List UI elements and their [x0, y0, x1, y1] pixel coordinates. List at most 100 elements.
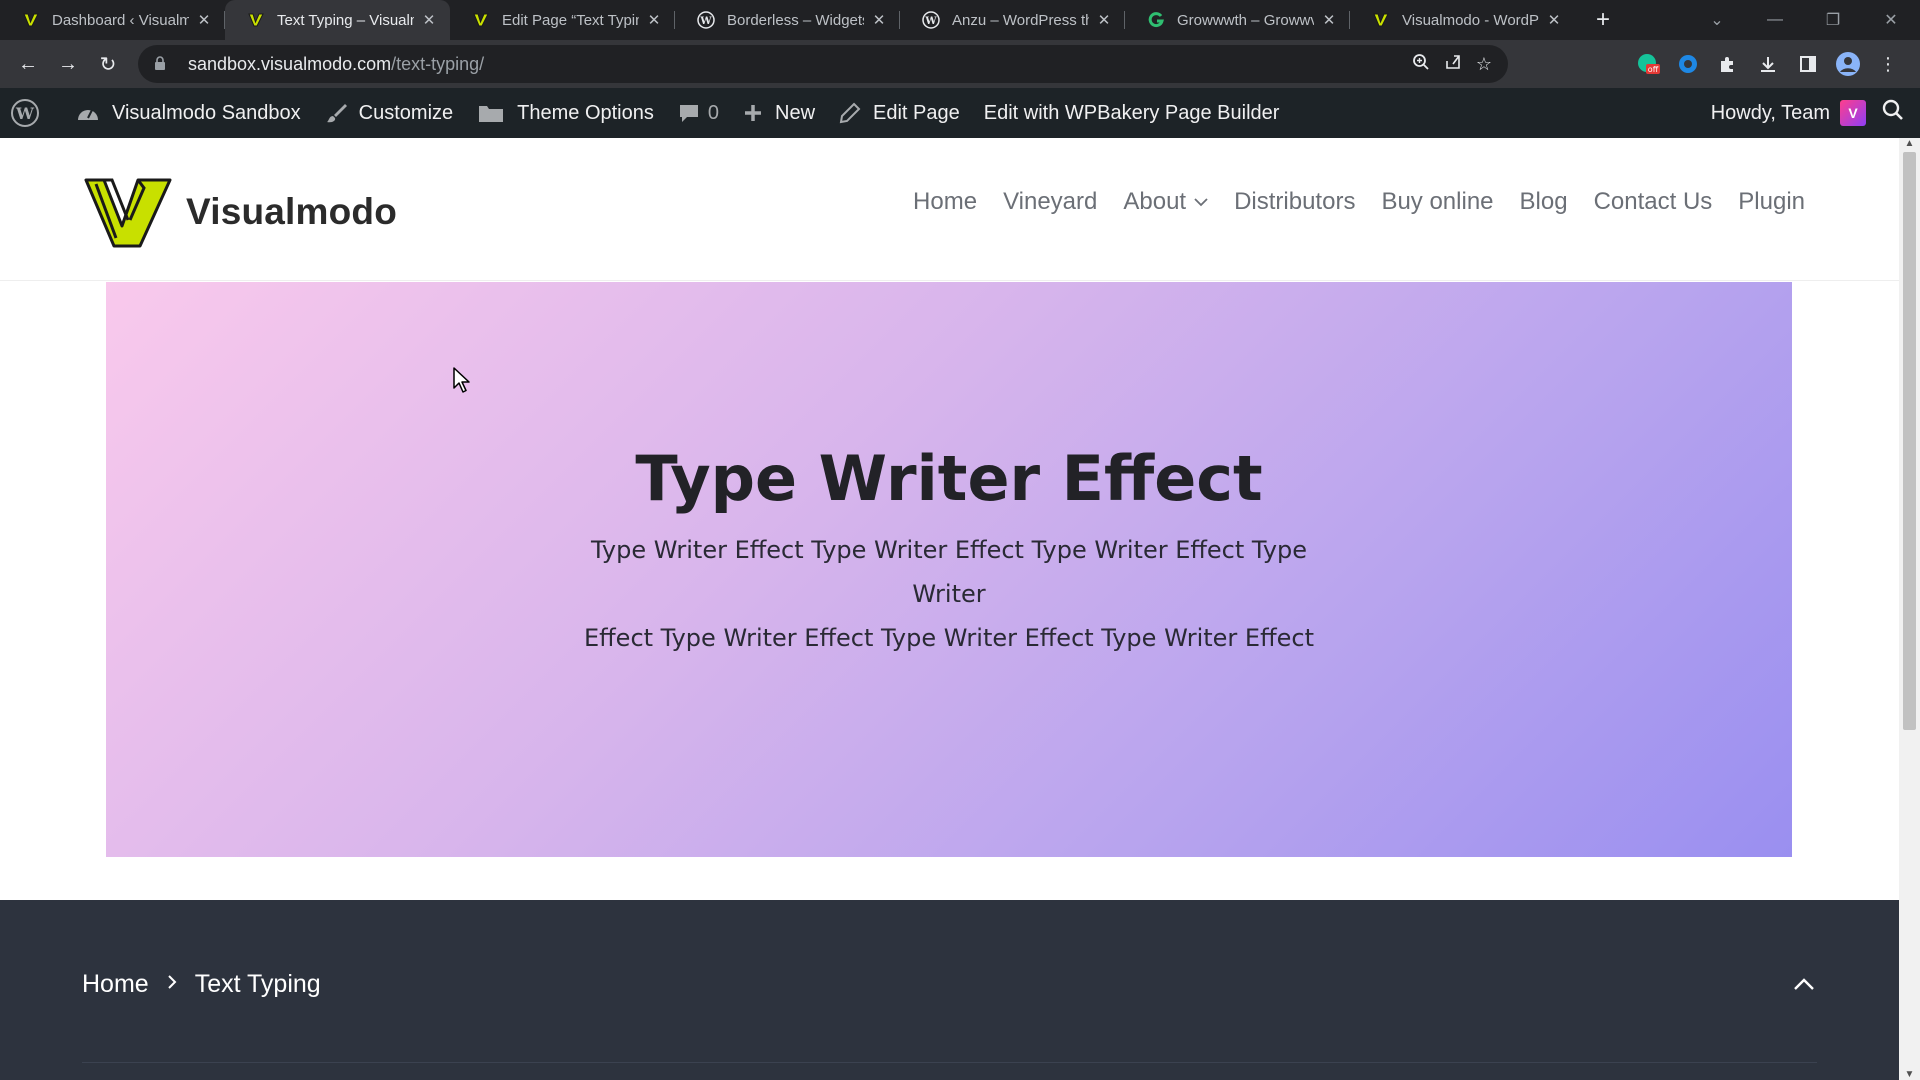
chevron-up-icon[interactable] — [1793, 970, 1815, 998]
side-panel-icon[interactable] — [1794, 50, 1822, 78]
visualmodo-logo-icon — [22, 11, 40, 29]
main-navigation: Home Vineyard About Distributors Buy onl… — [913, 188, 1805, 216]
nav-blog[interactable]: Blog — [1520, 188, 1568, 216]
tab-title: Edit Page “Text Typing — [502, 11, 639, 29]
tab-text-typing[interactable]: Text Typing – Visualm ✕ — [225, 0, 450, 40]
extensions-puzzle-icon[interactable] — [1714, 50, 1742, 78]
url-path: /text-typing/ — [391, 53, 485, 74]
extension-blue-icon[interactable] — [1674, 50, 1702, 78]
address-toolbar: ← → ↻ sandbox.visualmodo.com/text-typing… — [0, 40, 1920, 88]
hero-subtitle: Type Writer Effect Type Writer Effect Ty… — [566, 528, 1332, 660]
window-close-icon[interactable]: ✕ — [1862, 10, 1920, 30]
menu-kebab-icon[interactable]: ⋮ — [1874, 50, 1902, 78]
reload-icon[interactable]: ↻ — [88, 44, 128, 84]
close-icon[interactable]: ✕ — [645, 11, 663, 29]
svg-text:off: off — [1648, 65, 1659, 74]
folder-icon — [477, 102, 505, 124]
wp-comments[interactable]: 0 — [666, 88, 731, 138]
mouse-cursor-icon — [453, 367, 470, 393]
tab-borderless[interactable]: W Borderless – Widgets, ✕ — [675, 0, 900, 40]
scroll-up-icon[interactable]: ▲ — [1899, 138, 1920, 149]
share-icon[interactable] — [1444, 53, 1462, 76]
wp-logo-menu[interactable]: W — [0, 88, 64, 138]
wp-account-menu[interactable]: Howdy, Team V — [1711, 100, 1866, 126]
comment-bubble-icon — [678, 102, 700, 124]
tab-title: Text Typing – Visualm — [277, 11, 414, 29]
pencil-icon — [839, 102, 861, 124]
growwwth-icon — [1147, 11, 1165, 29]
nav-home[interactable]: Home — [913, 188, 977, 216]
site-name-label: Visualmodo Sandbox — [112, 101, 301, 124]
url-bar[interactable]: sandbox.visualmodo.com/text-typing/ ☆ — [138, 45, 1508, 83]
paintbrush-icon — [325, 102, 347, 124]
tab-visualmodo-wordpress[interactable]: Visualmodo - WordPr ✕ — [1350, 0, 1575, 40]
wp-edit-page[interactable]: Edit Page — [827, 88, 972, 138]
restore-icon[interactable]: ❐ — [1804, 10, 1862, 30]
wp-wpbakery[interactable]: Edit with WPBakery Page Builder — [972, 88, 1292, 138]
site-header: Visualmodo Home Vineyard About Distribut… — [0, 138, 1899, 281]
page-scrollbar[interactable]: ▲ ▼ — [1899, 138, 1920, 1080]
tab-anzu[interactable]: W Anzu – WordPress the ✕ — [900, 0, 1125, 40]
hero-subtitle-line: Type Writer Effect Type Writer Effect Ty… — [590, 536, 1308, 608]
tab-growwwth[interactable]: Growwwth – Growwv ✕ — [1125, 0, 1350, 40]
grammarly-extension-icon[interactable]: off — [1634, 50, 1662, 78]
visualmodo-logo-icon — [247, 11, 265, 29]
forward-icon[interactable]: → — [48, 44, 88, 84]
wpbakery-label: Edit with WPBakery Page Builder — [983, 101, 1280, 124]
zoom-icon[interactable] — [1412, 53, 1430, 76]
close-icon[interactable]: ✕ — [195, 11, 213, 29]
svg-text:W: W — [924, 16, 937, 27]
edit-page-label: Edit Page — [873, 101, 960, 124]
wp-site-name[interactable]: Visualmodo Sandbox — [64, 88, 313, 138]
nav-buy-online[interactable]: Buy online — [1381, 188, 1493, 216]
hero-title: Type Writer Effect — [635, 442, 1263, 515]
breadcrumb-current: Text Typing — [194, 970, 321, 998]
close-icon[interactable]: ✕ — [870, 11, 888, 29]
nav-about[interactable]: About — [1123, 188, 1208, 216]
tab-dashboard[interactable]: Dashboard ‹ Visualmo ✕ — [0, 0, 225, 40]
search-icon[interactable] — [1882, 99, 1904, 127]
svg-text:W: W — [699, 16, 712, 27]
site-logo[interactable]: Visualmodo — [82, 174, 397, 250]
visualmodo-logo-icon — [1372, 11, 1390, 29]
wp-theme-options[interactable]: Theme Options — [465, 88, 666, 138]
close-icon[interactable]: ✕ — [1095, 11, 1113, 29]
close-icon[interactable]: ✕ — [1320, 11, 1338, 29]
wordpress-icon: W — [697, 11, 715, 29]
close-icon[interactable]: ✕ — [1545, 11, 1563, 29]
wp-new-content[interactable]: New — [731, 88, 827, 138]
tab-title: Dashboard ‹ Visualmo — [52, 11, 189, 29]
close-icon[interactable]: ✕ — [420, 11, 438, 29]
new-label: New — [775, 101, 816, 124]
dashboard-gauge-icon — [76, 102, 100, 124]
minimize-icon[interactable]: — — [1746, 11, 1804, 29]
nav-plugin[interactable]: Plugin — [1738, 188, 1805, 216]
wordpress-icon: W — [922, 11, 940, 29]
theme-options-label: Theme Options — [517, 101, 654, 124]
tab-title: Visualmodo - WordPr — [1402, 11, 1539, 29]
back-icon[interactable]: ← — [8, 44, 48, 84]
scrollbar-thumb[interactable] — [1903, 152, 1916, 730]
svg-text:W: W — [15, 104, 35, 123]
visualmodo-logo-icon — [84, 178, 172, 248]
breadcrumb-home[interactable]: Home — [82, 970, 149, 999]
nav-distributors[interactable]: Distributors — [1234, 188, 1355, 216]
extensions-row: off ⋮ — [1634, 40, 1902, 88]
scroll-down-icon[interactable]: ▼ — [1899, 1069, 1920, 1080]
tab-edit-page[interactable]: Edit Page “Text Typing ✕ — [450, 0, 675, 40]
wp-admin-bar: W Visualmodo Sandbox Customize Theme Opt… — [0, 88, 1920, 138]
nav-contact-us[interactable]: Contact Us — [1594, 188, 1713, 216]
tab-search-icon[interactable]: ⌄ — [1688, 10, 1746, 30]
bookmark-star-icon[interactable]: ☆ — [1476, 54, 1492, 75]
visualmodo-logo-icon — [472, 11, 490, 29]
wp-customize[interactable]: Customize — [313, 88, 465, 138]
lock-icon[interactable] — [154, 56, 170, 72]
wordpress-icon: W — [10, 98, 40, 128]
profile-avatar-icon[interactable] — [1834, 50, 1862, 78]
nav-vineyard[interactable]: Vineyard — [1003, 188, 1097, 216]
download-icon[interactable] — [1754, 50, 1782, 78]
customize-label: Customize — [358, 101, 454, 124]
window-controls: ⌄ — ❐ ✕ — [1688, 0, 1920, 40]
new-tab-button[interactable]: + — [1583, 0, 1623, 40]
plus-icon — [743, 103, 763, 123]
